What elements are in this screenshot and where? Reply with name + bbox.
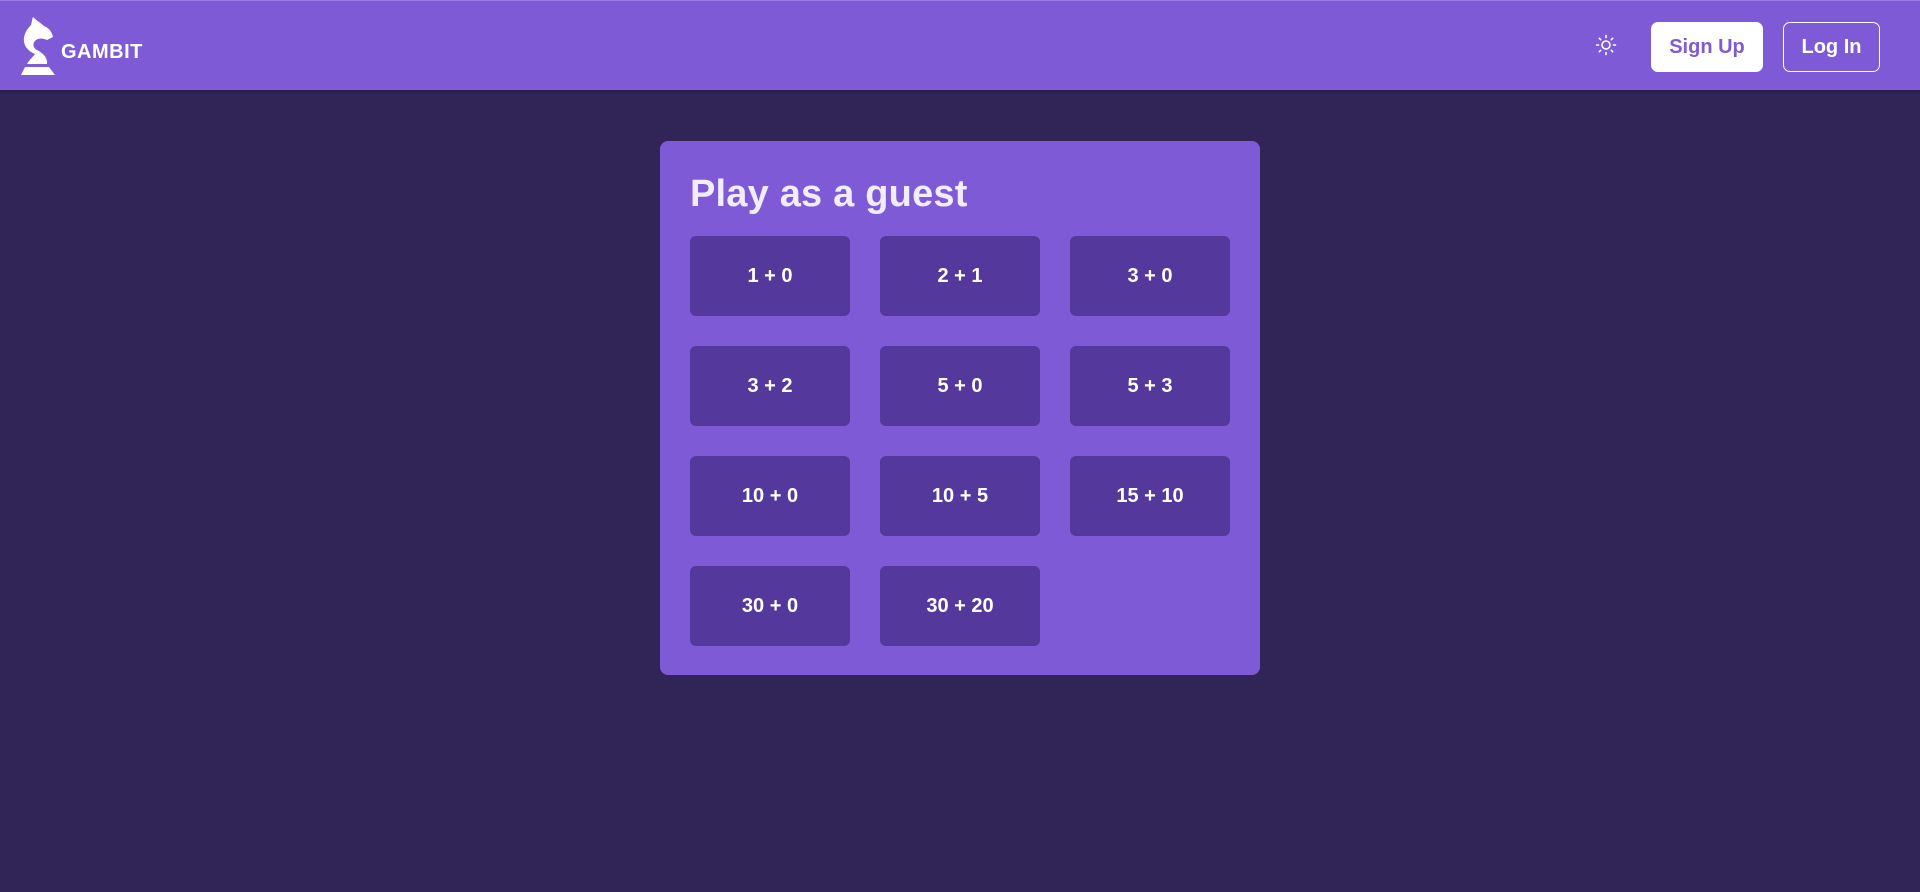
time-control-3-2-button[interactable]: 3 + 2: [690, 346, 850, 426]
time-control-3-0-button[interactable]: 3 + 0: [1070, 236, 1230, 316]
time-control-1-0-button[interactable]: 1 + 0: [690, 236, 850, 316]
time-control-15-10-button[interactable]: 15 + 10: [1070, 456, 1230, 536]
knight-icon: [21, 17, 59, 75]
time-control-30-0-button[interactable]: 30 + 0: [690, 566, 850, 646]
sign-up-button[interactable]: Sign Up: [1651, 22, 1763, 72]
brand-name: GAMBIT: [61, 40, 143, 63]
sun-icon: [1595, 34, 1617, 61]
time-control-5-0-button[interactable]: 5 + 0: [880, 346, 1040, 426]
time-control-10-0-button[interactable]: 10 + 0: [690, 456, 850, 536]
log-in-button[interactable]: Log In: [1783, 22, 1880, 72]
guest-play-card: Play as a guest 1 + 0 2 + 1 3 + 0 3 + 2 …: [660, 141, 1260, 675]
time-control-2-1-button[interactable]: 2 + 1: [880, 236, 1040, 316]
time-control-grid: 1 + 0 2 + 1 3 + 0 3 + 2 5 + 0 5 + 3 10 +…: [690, 236, 1230, 646]
guest-play-title: Play as a guest: [690, 173, 968, 215]
time-control-5-3-button[interactable]: 5 + 3: [1070, 346, 1230, 426]
time-control-10-5-button[interactable]: 10 + 5: [880, 456, 1040, 536]
top-navbar: GAMBIT Sign Up Log In: [0, 0, 1920, 90]
home-logo-link[interactable]: GAMBIT: [21, 17, 143, 75]
theme-toggle-button[interactable]: [1589, 32, 1623, 62]
time-control-30-20-button[interactable]: 30 + 20: [880, 566, 1040, 646]
